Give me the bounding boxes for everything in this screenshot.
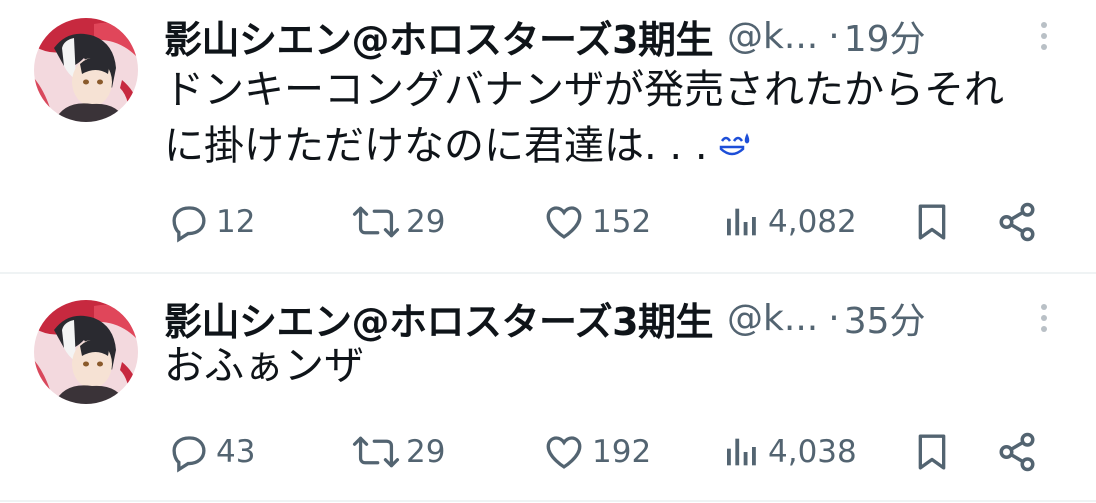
share-icon (996, 431, 1038, 473)
retweet-count: 29 (406, 204, 446, 240)
views-bar-chart-icon (722, 431, 762, 473)
reply-button[interactable]: 12 (168, 194, 255, 250)
tweet[interactable]: 影山シエン@ホロスターズ3期生 @k... · 19分 ドンキーコングバナンザが… (0, 0, 1096, 273)
avatar[interactable] (34, 18, 138, 122)
tweet-text-line: に掛けただけなのに君達は. . . (164, 123, 708, 169)
retweet-icon (352, 201, 400, 243)
tweet-actions: 43 29 192 4,038 (164, 424, 1044, 480)
tweet-text-line-wrap: に掛けただけなのに君達は. . . (164, 118, 1064, 176)
share-icon (996, 201, 1038, 243)
retweet-icon (352, 431, 400, 473)
views-button[interactable]: 4,038 (722, 424, 857, 480)
display-name[interactable]: 影山シエン@ホロスターズ3期生 (164, 9, 714, 64)
tweet-actions: 12 29 152 4,082 (164, 194, 1044, 250)
divider (0, 500, 1096, 502)
handle[interactable]: @k... (727, 16, 818, 57)
retweet-button[interactable]: 29 (352, 194, 445, 250)
reply-count: 12 (216, 204, 256, 240)
sweat-smile-emoji (716, 120, 752, 176)
avatar[interactable] (34, 300, 138, 404)
like-count: 152 (592, 204, 652, 240)
views-bar-chart-icon (722, 201, 762, 243)
view-count: 4,082 (768, 204, 857, 240)
tweet-header: 影山シエン@ホロスターズ3期生 @k... · 35分 (164, 292, 1064, 344)
tweet-text-line: おふぁンザ (164, 343, 364, 389)
bookmark-icon (912, 430, 952, 474)
retweet-count: 29 (406, 434, 446, 470)
tweet-text-line: ドンキーコングバナンザが発売されたからそれ (164, 67, 1004, 113)
retweet-button[interactable]: 29 (352, 424, 445, 480)
tweet-text: おふぁンザ (164, 338, 1064, 394)
bookmark-button[interactable] (912, 194, 952, 250)
reply-button[interactable]: 43 (168, 424, 255, 480)
tweet[interactable]: 影山シエン@ホロスターズ3期生 @k... · 35分 おふぁンザ 43 29 … (0, 274, 1096, 500)
like-count: 192 (592, 434, 652, 470)
views-button[interactable]: 4,082 (722, 194, 857, 250)
bookmark-icon (912, 200, 952, 244)
separator-dot: · (828, 15, 840, 57)
view-count: 4,038 (768, 434, 857, 470)
timestamp[interactable]: 19分 (844, 10, 926, 62)
reply-count: 43 (216, 434, 256, 470)
handle[interactable]: @k... (727, 298, 818, 339)
more-vertical-icon[interactable] (1030, 16, 1058, 56)
tweet-header: 影山シエン@ホロスターズ3期生 @k... · 19分 (164, 10, 1064, 62)
share-button[interactable] (996, 194, 1038, 250)
like-button[interactable]: 192 (542, 424, 651, 480)
tweet-text: ドンキーコングバナンザが発売されたからそれ に掛けただけなのに君達は. . . (164, 62, 1064, 176)
reply-icon (168, 431, 210, 473)
reply-icon (168, 201, 210, 243)
share-button[interactable] (996, 424, 1038, 480)
more-vertical-icon[interactable] (1030, 298, 1058, 338)
like-button[interactable]: 152 (542, 194, 651, 250)
timestamp[interactable]: 35分 (844, 292, 926, 344)
separator-dot: · (828, 297, 840, 339)
bookmark-button[interactable] (912, 424, 952, 480)
heart-icon (542, 201, 586, 243)
heart-icon (542, 431, 586, 473)
